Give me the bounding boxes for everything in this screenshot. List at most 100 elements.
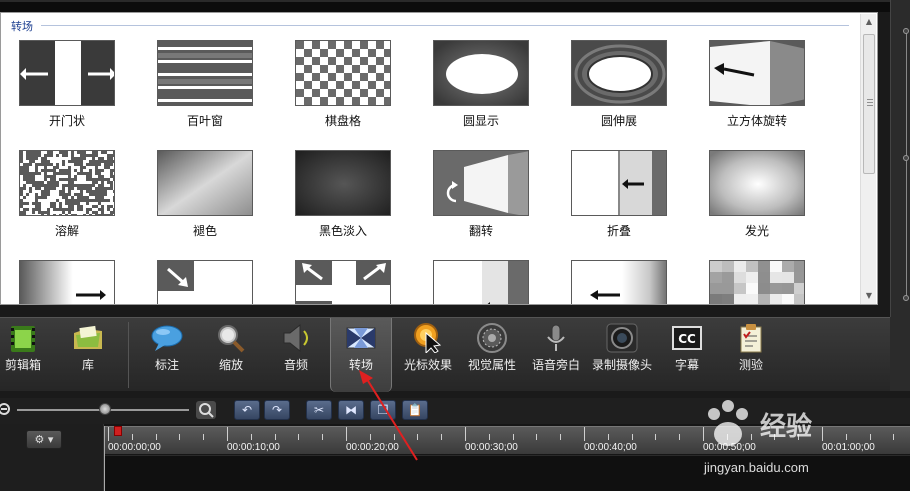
dissolve-icon	[19, 150, 115, 216]
library-folder-icon	[74, 325, 102, 349]
callout-bubble-icon	[151, 325, 183, 351]
right-side-panel	[890, 0, 910, 317]
ruler-minor-tick	[845, 434, 847, 440]
visual-properties-icon	[477, 323, 507, 353]
transition-label: 褪色	[192, 224, 217, 238]
zoom-slider-handle[interactable]	[99, 403, 111, 415]
toolbar-right-panel	[890, 317, 910, 391]
undo-button[interactable]: ↶	[234, 400, 260, 420]
ruler-time-label: 00:00:20;00	[346, 442, 399, 453]
playhead-handle[interactable]	[114, 426, 122, 436]
ruler-minor-tick	[250, 434, 252, 440]
ruler-minor-tick	[798, 434, 800, 440]
transition-label: 开门状	[48, 114, 85, 128]
ruler-minor-tick	[274, 434, 276, 440]
ruler-minor-tick	[631, 434, 633, 440]
tool-zoom[interactable]: 缩放	[204, 318, 258, 392]
ruler-major-tick	[108, 427, 109, 441]
library-scrollbar[interactable]: ▲ ▼	[860, 14, 876, 304]
ruler-time-label: 00:00:00;00	[108, 442, 161, 453]
tool-callouts[interactable]: 标注	[140, 318, 194, 392]
ruler-minor-tick	[369, 434, 371, 440]
track-header: ⚙ ▾	[0, 424, 104, 491]
microphone-icon	[547, 324, 565, 351]
transition-label: 翻转	[468, 224, 493, 238]
tool-captions[interactable]: CC 字幕	[660, 318, 714, 392]
ruler-minor-tick	[441, 434, 443, 440]
tasks-toolbar: 剪辑箱 库 标注 缩放 音频 转场 光标效果 视觉属性 语音旁白 录制摄像头 C…	[0, 317, 890, 392]
circle-reveal-icon	[433, 40, 529, 106]
camera-icon	[606, 323, 638, 353]
tool-cursor-effects[interactable]: 光标效果	[400, 318, 456, 392]
ruler-major-tick	[346, 427, 347, 441]
ruler-minor-tick	[560, 434, 562, 440]
transition-label: 圆显示	[462, 114, 499, 128]
redo-icon: ↷	[271, 403, 283, 417]
tool-label: 缩放	[218, 358, 243, 372]
captions-icon: CC	[672, 326, 702, 350]
panel-handle-icon[interactable]	[903, 295, 909, 301]
circle-stretch-icon	[571, 40, 667, 106]
tool-label: 测验	[738, 358, 763, 372]
copy-icon: ❐	[377, 403, 389, 417]
time-ruler[interactable]: 00:00:00;00 00:00:10;00 00:00:20;00 00:00:3…	[104, 426, 910, 454]
cursor-effect-icon	[414, 323, 442, 353]
tool-label: 语音旁白	[531, 358, 580, 372]
playhead-line	[104, 426, 105, 491]
gradient-wipe-icon	[19, 260, 115, 304]
scroll-thumb[interactable]	[863, 34, 875, 174]
ruler-minor-tick	[726, 434, 728, 440]
inset-icon	[157, 260, 253, 304]
ruler-minor-tick	[393, 434, 395, 440]
ruler-minor-tick	[869, 434, 871, 440]
scroll-down-icon[interactable]: ▼	[861, 288, 877, 304]
transition-label: 黑色淡入	[318, 224, 367, 238]
tool-audio[interactable]: 音频	[268, 318, 324, 392]
tool-record-camera[interactable]: 录制摄像头	[590, 318, 654, 392]
redo-button[interactable]: ↷	[264, 400, 290, 420]
window-top-strip	[0, 0, 910, 12]
tool-label: 字幕	[674, 358, 699, 372]
ruler-major-tick	[465, 427, 466, 441]
panel-handle-icon[interactable]	[903, 155, 909, 161]
tool-library[interactable]: 库	[62, 318, 114, 392]
cube-rotate-icon	[709, 40, 805, 106]
zoom-in-icon[interactable]	[196, 401, 216, 419]
timeline-settings-button[interactable]: ⚙ ▾	[26, 430, 62, 449]
cut-button[interactable]: ✂	[306, 400, 332, 420]
ruler-minor-tick	[298, 434, 300, 440]
track-area[interactable]	[104, 455, 910, 491]
timeline-controls: ↶ ↷ ✂ ⧓ ❐ 📋	[0, 398, 910, 424]
copy-button[interactable]: ❐	[370, 400, 396, 420]
toolbar-separator	[128, 322, 129, 388]
scroll-up-icon[interactable]: ▲	[861, 14, 877, 30]
mosaic-expand-icon	[295, 260, 391, 304]
paste-icon: 📋	[407, 403, 423, 417]
panel-handle-icon[interactable]	[903, 28, 909, 34]
tool-label: 转场	[348, 358, 373, 372]
pixelate-icon	[709, 260, 805, 304]
paste-button[interactable]: 📋	[402, 400, 428, 420]
zoom-out-icon[interactable]	[0, 402, 12, 418]
tool-quiz[interactable]: 测验	[724, 318, 778, 392]
magnifier-icon	[218, 325, 245, 353]
blinds-icon	[157, 40, 253, 106]
tool-label: 光标效果	[403, 358, 452, 372]
page-roll-icon	[433, 260, 529, 304]
undo-icon: ↶	[241, 403, 253, 417]
transition-label: 百叶窗	[186, 114, 223, 128]
ruler-minor-tick	[750, 434, 752, 440]
open-door-icon	[19, 40, 115, 106]
ruler-minor-tick	[131, 434, 133, 440]
tool-label: 剪辑箱	[4, 358, 41, 372]
split-button[interactable]: ⧓	[338, 400, 364, 420]
ruler-minor-tick	[179, 434, 181, 440]
tool-visual-properties[interactable]: 视觉属性	[464, 318, 520, 392]
ruler-major-tick	[703, 427, 704, 441]
fade-through-black-icon	[295, 150, 391, 216]
tool-clip-bin[interactable]: 剪辑箱	[0, 318, 46, 392]
tool-voice-narration[interactable]: 语音旁白	[528, 318, 584, 392]
transition-label: 发光	[744, 224, 769, 238]
split-icon: ⧓	[345, 403, 357, 417]
tool-transitions[interactable]: 转场	[330, 318, 392, 392]
